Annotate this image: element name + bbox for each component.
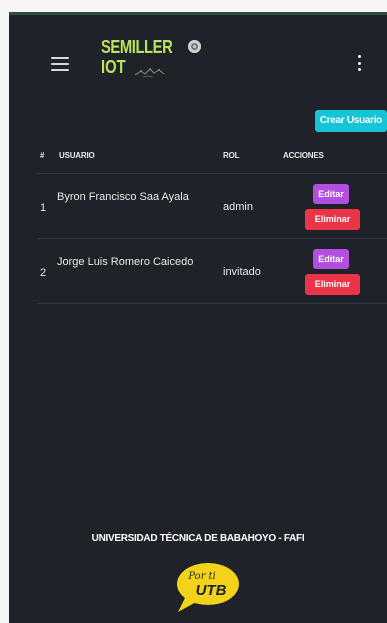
app-header: SEMILLER IOT xyxy=(9,15,387,107)
semillero-iot-logo: SEMILLER IOT xyxy=(101,37,211,83)
utb-speech-bubble-logo: Por ti UTB xyxy=(177,563,239,612)
university-name: UNIVERSIDAD TÉCNICA DE BABAHOYO - FAFI xyxy=(91,533,305,544)
row-role: admin xyxy=(223,201,253,213)
logo-circle-icon xyxy=(188,40,201,53)
column-header-role: ROL xyxy=(223,151,240,160)
delete-button[interactable]: Eliminar xyxy=(305,209,360,230)
column-header-user: USUARIO xyxy=(59,151,95,160)
logo-text-line1: SEMILLER xyxy=(101,37,173,57)
row-user-name: Byron Francisco Saa Ayala xyxy=(57,191,189,203)
app-screen: SEMILLER IOT Crear Usuario # USUARIO ROL… xyxy=(9,12,387,623)
edit-button[interactable]: Editar xyxy=(313,249,349,269)
delete-button[interactable]: Eliminar xyxy=(305,274,360,295)
users-table: # USUARIO ROL ACCIONES 1 Byron Francisco… xyxy=(37,141,387,304)
create-user-button[interactable]: Crear Usuario xyxy=(314,110,387,132)
row-role: invitado xyxy=(223,266,261,278)
column-header-number: # xyxy=(40,151,45,160)
row-user-name: Jorge Luis Romero Caicedo xyxy=(57,256,194,268)
table-row: 2 Jorge Luis Romero Caicedo invitado Edi… xyxy=(37,239,387,304)
utb-tagline: Por ti xyxy=(187,571,216,582)
logo-circuit-icon xyxy=(134,68,165,78)
table-header: # USUARIO ROL ACCIONES xyxy=(37,141,387,174)
logo-text-line2: IOT xyxy=(101,57,126,77)
more-options-icon[interactable] xyxy=(357,55,361,71)
column-header-actions: ACCIONES xyxy=(283,151,324,160)
row-number: 2 xyxy=(40,267,47,279)
menu-icon[interactable] xyxy=(51,57,69,71)
utb-name: UTB xyxy=(196,582,227,599)
edit-button[interactable]: Editar xyxy=(313,184,349,204)
row-number: 1 xyxy=(40,202,47,214)
table-row: 1 Byron Francisco Saa Ayala admin Editar… xyxy=(37,174,387,239)
